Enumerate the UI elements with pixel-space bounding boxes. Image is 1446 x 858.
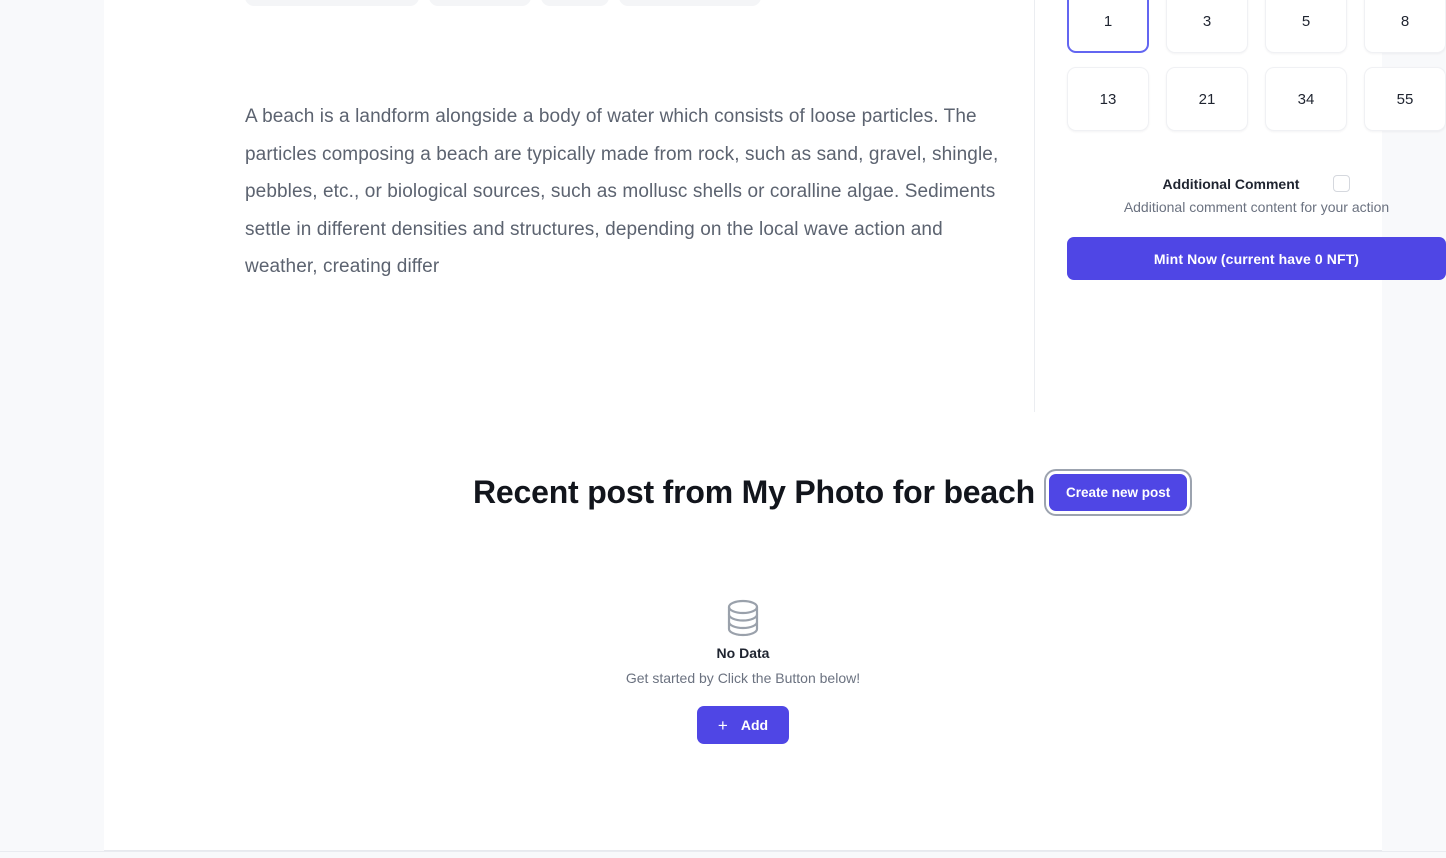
quantity-option-21-label: 21 [1198, 90, 1216, 108]
article-column: A beach is a landform alongside a body o… [245, 98, 1005, 286]
page-title: Recent post from My Photo for beach [473, 474, 1035, 510]
recent-post-header: Recent post from My Photo for beach Crea… [473, 474, 1188, 511]
vertical-divider [1034, 0, 1035, 412]
create-new-post-button[interactable]: Create new post [1048, 474, 1188, 511]
chip-with-avatar[interactable] [245, 0, 419, 6]
empty-state-title: No Data [716, 645, 770, 661]
database-icon [724, 598, 762, 638]
mint-panel: 1 3 5 8 13 21 34 55 Additional Comment A… [1067, 0, 1446, 280]
quantity-option-55[interactable]: 55 [1364, 67, 1446, 131]
additional-comment-hint: Additional comment content for your acti… [1123, 199, 1390, 215]
quantity-option-13-label: 13 [1099, 90, 1117, 108]
additional-comment-header: Additional Comment [1067, 175, 1446, 192]
quantity-option-34[interactable]: 34 [1265, 67, 1347, 131]
additional-comment-label: Additional Comment [1162, 175, 1300, 192]
quantity-option-55-label: 55 [1396, 90, 1414, 108]
quantity-option-13[interactable]: 13 [1067, 67, 1149, 131]
quantity-option-5[interactable]: 5 [1265, 0, 1347, 53]
empty-state: No Data Get started by Click the Button … [104, 598, 1382, 744]
add-button-label: Add [740, 717, 769, 733]
empty-state-subtitle: Get started by Click the Button below! [625, 670, 861, 686]
bottom-strip [0, 851, 1446, 858]
additional-comment-block: Additional Comment Additional comment co… [1067, 175, 1446, 215]
chip-wide[interactable] [619, 0, 761, 6]
quantity-option-21[interactable]: 21 [1166, 67, 1248, 131]
article-body: A beach is a landform alongside a body o… [245, 106, 999, 278]
quantity-option-8-label: 8 [1400, 12, 1410, 30]
quantity-picker: 1 3 5 8 13 21 34 55 [1067, 0, 1446, 131]
quantity-option-5-label: 5 [1301, 12, 1311, 30]
left-rail [0, 0, 104, 858]
add-button[interactable]: + Add [696, 706, 790, 744]
quantity-option-1-label: 1 [1103, 12, 1113, 30]
page-content: A beach is a landform alongside a body o… [104, 0, 1446, 851]
chip-small[interactable] [541, 0, 609, 6]
quantity-option-3[interactable]: 3 [1166, 0, 1248, 53]
chips-row [245, 0, 761, 6]
additional-comment-checkbox[interactable] [1333, 175, 1351, 192]
quantity-option-3-label: 3 [1202, 12, 1212, 30]
plus-icon: + [717, 715, 728, 735]
quantity-option-1[interactable]: 1 [1067, 0, 1149, 53]
quantity-option-8[interactable]: 8 [1364, 0, 1446, 53]
mint-now-button[interactable]: Mint Now (current have 0 NFT) [1067, 237, 1446, 280]
chip-secondary[interactable] [429, 0, 531, 6]
quantity-option-34-label: 34 [1297, 90, 1315, 108]
